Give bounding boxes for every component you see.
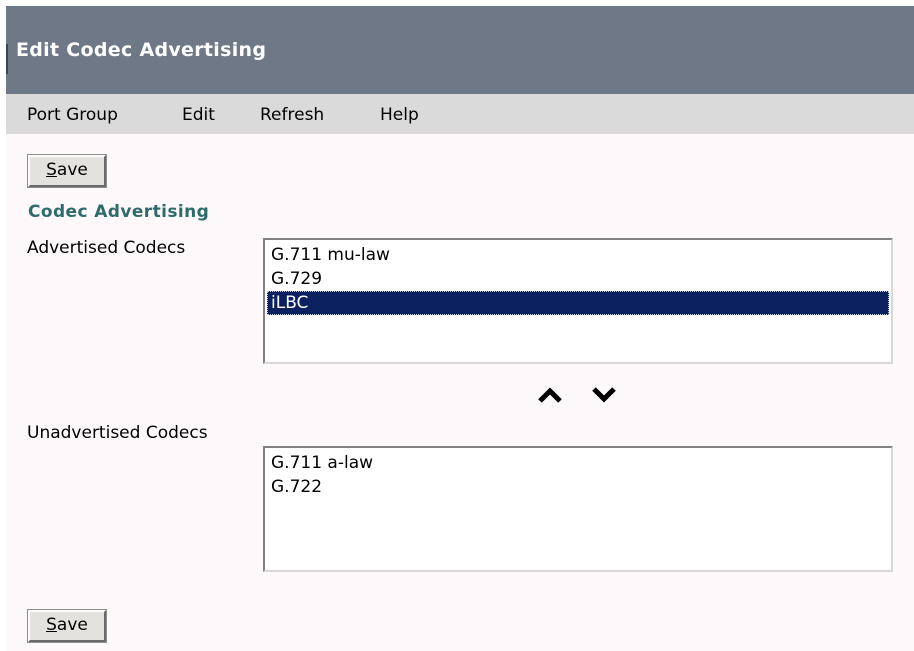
save-label-rest: ave	[56, 615, 88, 635]
advertised-option-selected[interactable]: iLBC	[267, 291, 889, 315]
menu-edit[interactable]: Edit	[182, 105, 215, 125]
chevron-down-icon[interactable]	[591, 384, 617, 406]
advertised-option[interactable]: G.729	[267, 267, 889, 291]
save-mnemonic: S	[46, 615, 57, 635]
save-button-bottom[interactable]: Save	[27, 609, 107, 643]
menu-refresh[interactable]: Refresh	[260, 105, 324, 125]
unadvertised-codecs-label: Unadvertised Codecs	[27, 423, 208, 443]
page-frame: Edit Codec Advertising Port Group Edit R…	[6, 6, 914, 651]
title-bar-notch	[6, 44, 8, 74]
menu-bar: Port Group Edit Refresh Help	[6, 94, 914, 134]
unadvertised-option[interactable]: G.711 a-law	[267, 451, 889, 475]
menu-port-group[interactable]: Port Group	[27, 105, 118, 125]
save-label-rest: ave	[56, 160, 88, 180]
unadvertised-option[interactable]: G.722	[267, 475, 889, 499]
menu-help[interactable]: Help	[380, 105, 419, 125]
unadvertised-codecs-list[interactable]: G.711 a-law G.722	[263, 446, 893, 572]
save-button-top[interactable]: Save	[27, 154, 107, 188]
page-title: Edit Codec Advertising	[16, 39, 267, 61]
title-bar: Edit Codec Advertising	[6, 6, 914, 94]
advertised-codecs-list[interactable]: G.711 mu-law G.729 iLBC	[263, 238, 893, 364]
advertised-option[interactable]: G.711 mu-law	[267, 243, 889, 267]
save-mnemonic: S	[46, 160, 57, 180]
advertised-codecs-label: Advertised Codecs	[27, 238, 186, 258]
chevron-up-icon[interactable]	[537, 384, 563, 406]
section-heading: Codec Advertising	[28, 202, 210, 222]
